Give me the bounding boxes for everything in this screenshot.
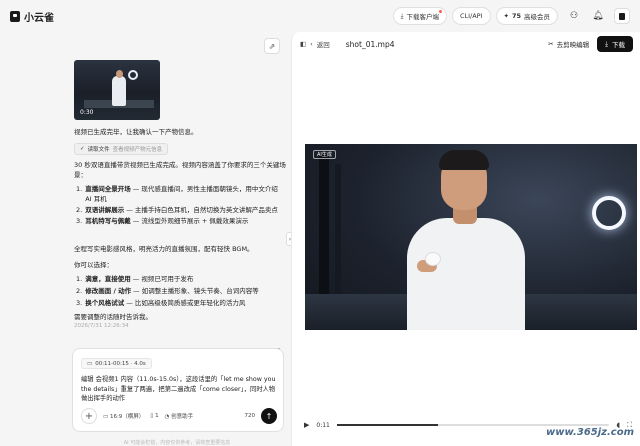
cli-api-button[interactable]: CLI/API (451, 7, 491, 25)
prompt-input[interactable]: 编辑 会视频1 内容（11.0s-15.0s），这段话里的「let me sho… (81, 375, 279, 404)
ai-generated-badge: AI生成 (313, 150, 336, 159)
preview-panel: ◧ ‹ 返回 shot_01.mp4 ✂ 去剪映编辑 ⤓ 下载 AI生成 ▶ 0… (291, 32, 640, 446)
sparkle-icon: ✦ (503, 12, 509, 20)
earbud-case (425, 252, 441, 266)
clip-reference-chip[interactable]: ▭ 00:11-00:15 · 4.0s (81, 358, 152, 369)
assistant-message-3: 全程写实电影感风格，明亮活力的直播氛围，配有轻快 BGM。 (74, 245, 254, 253)
file-read-chip[interactable]: ✓ 读取文件 查看视频产物元信息 (74, 143, 169, 155)
back-label: 返回 (316, 41, 330, 49)
video-player[interactable]: AI生成 (305, 144, 637, 330)
video-clip-icon: ▭ (87, 360, 93, 367)
logo-icon (10, 10, 20, 22)
current-time: 0:11 (316, 421, 330, 429)
list-item: 2. 双语讲解展示 — 主播手持白色耳机，自然切换为英文讲解产品卖点 (76, 206, 278, 214)
list-item: 3. 换个风格试试 — 比如高级极简质感或更年轻化的活力风 (76, 299, 246, 307)
chat-panel: ⇗ 0:30 视频已生成完毕，让我确认一下产物信息。 ✓ 读取文件 查看视频产物… (64, 32, 290, 446)
sidebar-toggle-icon: ◧ (300, 40, 307, 48)
app-name: 小云雀 (24, 12, 54, 24)
file-chip-label: 读取文件 (87, 147, 110, 153)
membership-button[interactable]: ✦ 75 高级会员 (495, 7, 558, 25)
list-item: 3. 耳机特写与佩戴 — 流线型外观细节展示 + 佩戴效果演示 (76, 217, 249, 225)
chevron-left-icon: ‹ (310, 40, 313, 48)
assistant-message-5: 需要调整的话随时告诉我。 (74, 313, 152, 321)
thumbnail-duration: 0:30 (80, 109, 94, 116)
back-button[interactable]: ◧ ‹ 返回 (300, 39, 330, 49)
progress-bar[interactable] (336, 424, 610, 426)
assistant-message-1: 视频已生成完毕，让我确认一下产物信息。 (74, 128, 198, 136)
edit-in-capcut-button[interactable]: ✂ 去剪映编辑 (548, 39, 589, 49)
aspect-ratio-select[interactable]: ▭ 16:9（横屏） (103, 412, 144, 420)
count-select[interactable]: ▯ 1 (150, 413, 158, 419)
edit-label: 去剪映编辑 (556, 41, 590, 49)
bell-icon[interactable]: 🔔︎ (590, 8, 606, 24)
add-attachment-button[interactable]: + (81, 408, 97, 424)
file-check-icon: ✓ (80, 146, 85, 152)
mode-select[interactable]: ◔ 创意助手 (165, 412, 194, 420)
top-bar: 小云雀 ⤓ 下载客户端 CLI/API ✦ 75 高级会员 ⚇ 🔔︎ (0, 0, 640, 32)
resolution-select[interactable]: 720 (245, 413, 256, 419)
download-icon: ⤓ (400, 11, 404, 20)
scissors-icon: ✂ (548, 40, 554, 48)
video-thumbnail[interactable]: 0:30 (74, 60, 160, 120)
site-watermark: www.365jz.com (545, 427, 634, 438)
assistant-message-4: 你可以选择： (74, 261, 113, 269)
download-client-button[interactable]: ⤓ 下载客户端 (392, 7, 447, 25)
share-icon[interactable]: ⇗ (264, 38, 280, 54)
list-item: 2. 修改画面 / 动作 — 如调整主播形象、镜头节奏、台词内容等 (76, 287, 259, 295)
scene-list: 1. 直播间全景开场 — 现代感直播间，男性主播面朝镜头，用中文介绍 AI 耳机 … (76, 184, 286, 226)
send-button[interactable]: ↑ (261, 408, 277, 424)
download-client-label: 下载客户端 (406, 13, 439, 21)
cli-api-label: CLI/API (459, 12, 483, 20)
clip-label: 00:11-00:15 · 4.0s (95, 360, 146, 367)
message-timestamp: 2026/7/31 12:26:34 (74, 323, 129, 329)
notification-dot (438, 10, 442, 13)
community-icon[interactable]: ⚇ (566, 8, 582, 24)
play-icon[interactable]: ▶ (304, 421, 309, 429)
option-list: 1. 满意，直接使用 — 视频已可用于发布 2. 修改画面 / 动作 — 如调整主播… (76, 274, 286, 308)
composer: ▭ 00:11-00:15 · 4.0s 编辑 会视频1 内容（11.0s-15… (72, 348, 284, 432)
download-label: 下载 (612, 41, 625, 49)
avatar[interactable] (614, 8, 630, 24)
app-window: 小云雀 ⤓ 下载客户端 CLI/API ✦ 75 高级会员 ⚇ 🔔︎ ⇗ 0:3… (0, 0, 640, 446)
app-logo[interactable]: 小云雀 (10, 9, 54, 24)
download-icon: ⤓ (605, 39, 608, 48)
vip-label: 高级会员 (524, 13, 550, 21)
composer-toolbar: + ▭ 16:9（横屏） ▯ 1 ◔ 创意助手 720 ↑ (81, 408, 277, 424)
list-item: 1. 满意，直接使用 — 视频已可用于发布 (76, 275, 194, 283)
points-count: 75 (511, 12, 521, 20)
preview-header: ◧ ‹ 返回 shot_01.mp4 ✂ 去剪映编辑 ⤓ 下载 (292, 32, 640, 56)
ai-disclaimer: AI 可能会犯错，内容仅供参考，请核查重要信息 (123, 440, 231, 446)
ring-light (592, 196, 626, 230)
file-chip-sub: 查看视频产物元信息 (112, 147, 163, 153)
download-button[interactable]: ⤓ 下载 (597, 36, 633, 52)
file-name: shot_01.mp4 (345, 39, 395, 49)
assistant-message-2: 30 秒双语直播带货视频已生成完成。视频内容涵盖了你要求的三个关键场景： (74, 161, 286, 179)
list-item: 1. 直播间全景开场 — 现代感直播间，男性主播面朝镜头，用中文介绍 AI 耳机 (76, 185, 278, 203)
